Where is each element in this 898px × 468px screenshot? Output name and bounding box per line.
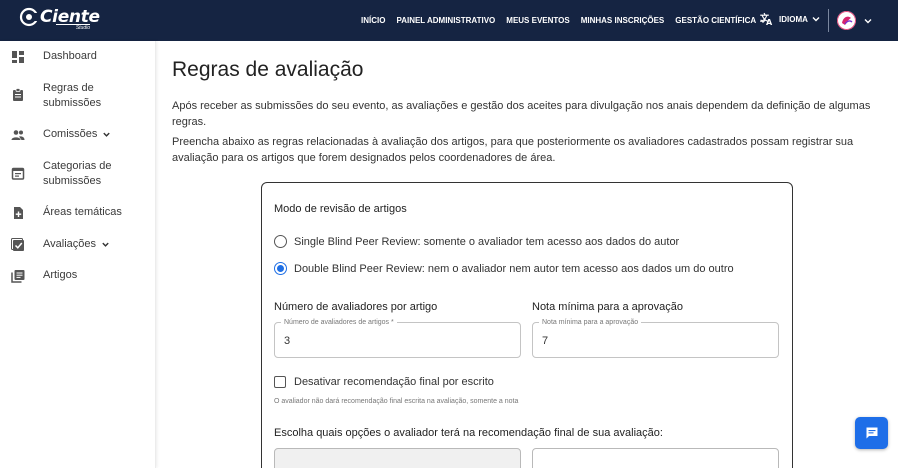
nav-meus-eventos[interactable]: MEUS EVENTOS	[506, 16, 569, 25]
sidebar-item-regras[interactable]: Regras de submissões	[0, 81, 156, 113]
radio-single-blind[interactable]: Single Blind Peer Review: somente o aval…	[274, 235, 679, 248]
reviewers-count-label: Número de avaliadores de artigos *	[281, 318, 397, 327]
recommendation-option-box[interactable]	[532, 448, 779, 468]
people-icon	[11, 130, 25, 140]
min-grade-title: Nota mínima para a aprovação	[532, 301, 684, 313]
avatar-image-icon	[837, 11, 856, 30]
radio-single-label: Single Blind Peer Review: somente o aval…	[294, 235, 680, 248]
helper-text: O avaliador não dará recomendação final …	[274, 398, 519, 405]
assignment-icon	[13, 88, 23, 101]
radio-double-label: Double Blind Peer Review: nem o avaliado…	[294, 262, 734, 275]
chevron-down-icon[interactable]	[863, 16, 873, 26]
sidebar-item-label: Dashboard	[43, 50, 97, 62]
sidebar-item-artigos[interactable]: Artigos	[0, 268, 156, 286]
sidebar-item-avaliacoes[interactable]: Avaliações	[0, 237, 156, 255]
chevron-down-icon	[103, 132, 111, 137]
page-title: Regras de avaliação	[172, 58, 364, 81]
sidebar-item-comissoes[interactable]: Comissões	[0, 127, 156, 145]
min-grade-field[interactable]: Nota mínima para a aprovação 7	[532, 318, 779, 358]
radio-checked-icon[interactable]	[274, 262, 287, 275]
sidebar-item-label: Artigos	[43, 269, 78, 281]
intro-paragraph: Após receber as submissões do seu evento…	[172, 100, 871, 128]
chat-icon	[866, 427, 877, 439]
avatar[interactable]	[837, 11, 856, 30]
min-grade-value: 7	[542, 335, 549, 347]
top-navbar: Ciente Studio INÍCIO PAINEL ADMINISTRATI…	[0, 0, 898, 41]
chat-button[interactable]	[855, 417, 888, 449]
sidebar-item-dashboard[interactable]: Dashboard	[0, 49, 156, 69]
logo-icon	[19, 7, 39, 27]
review-mode-title: Modo de revisão de artigos	[274, 203, 407, 215]
radio-unchecked-icon[interactable]	[274, 235, 287, 248]
instructions-paragraph: Preencha abaixo as regras relacionadas à…	[172, 136, 854, 164]
sidebar-item-label: Categorias de submissões	[43, 160, 112, 187]
sidebar-item-label: Regras de submissões	[43, 82, 102, 109]
dashboard-icon	[12, 51, 24, 63]
sidebar-item-label: Áreas temáticas	[43, 206, 122, 218]
sidebar: Dashboard Regras de submissões Comissões…	[0, 41, 156, 468]
evaluation-rules-card: Modo de revisão de artigos Single Blind …	[261, 182, 793, 468]
translate-icon: 文 A	[760, 12, 773, 26]
nav-gestao-cientifica[interactable]: GESTÃO CIENTÍFICA	[675, 16, 767, 25]
choose-options-title: Escolha quais opções o avaliador terá na…	[274, 427, 663, 439]
sidebar-item-categorias[interactable]: Categorias de submissões	[0, 159, 156, 191]
sidebar-item-avaliacoes-wrap: Avaliações	[43, 237, 110, 252]
language-label: IDIOMA	[779, 14, 808, 24]
brand-sub: Studio	[56, 24, 90, 31]
disable-written-label: Desativar recomendação final por escrito	[294, 376, 494, 388]
reviewers-count-field[interactable]: Número de avaliadores de artigos * 3	[274, 318, 521, 358]
nav-gestao-label: GESTÃO CIENTÍFICA	[675, 16, 757, 25]
nav-painel[interactable]: PAINEL ADMINISTRATIVO	[396, 16, 495, 25]
disable-written-recommendation[interactable]: Desativar recomendação final por escrito	[274, 376, 494, 388]
reviewers-title: Número de avaliadores por artigo	[274, 301, 438, 313]
nav-inicio[interactable]: INÍCIO	[361, 16, 385, 25]
svg-text:A: A	[766, 18, 773, 26]
note-add-icon	[14, 207, 23, 219]
min-grade-label: Nota mínima para a aprovação	[539, 318, 642, 327]
event-note-icon	[11, 167, 25, 180]
sidebar-item-label: Comissões	[43, 128, 98, 140]
sidebar-item-comissoes-wrap: Comissões	[43, 127, 111, 142]
main-content: Regras de avaliação Após receber as subm…	[156, 41, 898, 468]
reviewers-count-value: 3	[284, 335, 291, 347]
library-books-icon	[11, 270, 25, 283]
recommendation-option-box[interactable]	[274, 448, 521, 468]
check-box-icon	[11, 238, 24, 251]
sidebar-item-areas[interactable]: Áreas temáticas	[0, 205, 156, 223]
checkbox-unchecked-icon[interactable]	[274, 376, 286, 388]
chevron-down-icon	[102, 242, 109, 247]
main-nav: INÍCIO PAINEL ADMINISTRATIVO MEUS EVENTO…	[361, 0, 778, 41]
chevron-down-icon	[812, 17, 820, 22]
radio-double-blind[interactable]: Double Blind Peer Review: nem o avaliado…	[274, 262, 734, 275]
nav-minhas-inscricoes[interactable]: MINHAS INSCRIÇÕES	[581, 16, 665, 25]
sidebar-item-label: Avaliações	[43, 238, 96, 250]
nav-divider	[828, 9, 829, 32]
language-selector[interactable]: 文 A IDIOMA	[760, 12, 826, 26]
